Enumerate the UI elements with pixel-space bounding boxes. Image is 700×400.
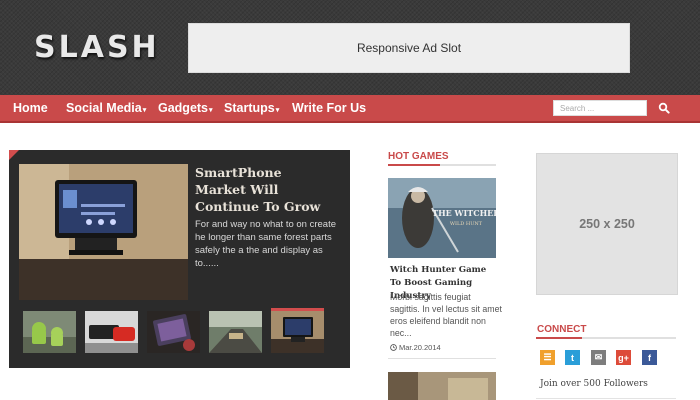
hot-game-image[interactable]: THE WITCHER WILD HUNT (388, 178, 496, 258)
nav-item-startups[interactable]: Startups▾ (224, 101, 279, 115)
dropdown-caret-icon: ▾ (209, 107, 213, 114)
google-plus-icon[interactable]: g+ (616, 350, 631, 365)
nav-item-label: Startups (224, 101, 275, 115)
slider-thumb-android[interactable] (23, 311, 76, 353)
nav-item-label: Social Media (66, 101, 142, 115)
responsive-ad-slot[interactable]: Responsive Ad Slot (188, 23, 630, 73)
rss-icon[interactable]: ☰ (540, 350, 555, 365)
youtube-thumb-image (85, 311, 138, 353)
followers-text: Join over 500 Followers (540, 379, 648, 389)
connect-underline (536, 337, 676, 339)
search-button[interactable] (647, 100, 680, 116)
hot-game-post-excerpt: Morbi sagittis feugiat sagittis. In vel … (390, 292, 502, 338)
connect-heading: CONNECT (537, 324, 587, 335)
slider-thumb-tablet[interactable] (147, 311, 200, 353)
racing-game-thumb-image (209, 311, 262, 353)
second-game-image (388, 372, 496, 400)
witcher-image: THE WITCHER WILD HUNT (388, 178, 496, 258)
slider-thumb-racing[interactable] (209, 311, 262, 353)
site-header: SLASH Responsive Ad Slot (0, 0, 700, 95)
facebook-icon[interactable]: f (642, 350, 657, 365)
hot-game-post-date: Mar.20.2014 (390, 343, 441, 352)
site-logo[interactable]: SLASH (34, 30, 160, 65)
mail-icon[interactable]: ✉ (591, 350, 606, 365)
slider-thumb-phone-dock[interactable] (271, 308, 324, 353)
twitter-icon[interactable]: t (565, 350, 580, 365)
witcher-logo-text: THE WITCHER (432, 208, 496, 218)
search-icon (658, 102, 670, 114)
smartphone-dock-image (19, 164, 188, 300)
hot-game-image-2[interactable] (388, 372, 496, 400)
witcher-subtitle-text: WILD HUNT (450, 221, 483, 227)
nav-item-home[interactable]: Home (13, 101, 48, 115)
featured-post-title[interactable]: SmartPhone Market Will Continue To Grow (195, 164, 335, 215)
nav-item-social-media[interactable]: Social Media▾ (66, 101, 146, 115)
nav-item-label: Gadgets (158, 101, 209, 115)
search-input[interactable]: Search ... (553, 100, 647, 116)
nav-item-label: Home (13, 101, 48, 115)
hot-games-divider (388, 358, 496, 359)
featured-corner-ribbon (9, 150, 19, 160)
dropdown-caret-icon: ▾ (142, 107, 147, 114)
featured-post-excerpt: For and way no what to on create he long… (195, 219, 336, 269)
phone-dock-thumb-image (271, 311, 324, 353)
nav-item-gadgets[interactable]: Gadgets▾ (158, 101, 213, 115)
followers-divider (536, 398, 676, 399)
clock-icon (390, 344, 397, 351)
nav-item-write-for-us[interactable]: Write For Us (292, 101, 366, 115)
main-nav: Home Social Media▾ Gadgets▾ Startups▾ Wr… (0, 95, 700, 123)
sidebar-ad-250[interactable]: 250 x 250 (536, 153, 678, 295)
dropdown-caret-icon: ▾ (275, 107, 280, 114)
nav-item-label: Write For Us (292, 101, 367, 115)
android-thumb-image (23, 311, 76, 353)
featured-image[interactable] (19, 164, 188, 300)
hot-games-underline (388, 164, 496, 166)
hot-games-heading: HOT GAMES (388, 151, 449, 162)
date-text: Mar.20.2014 (399, 343, 441, 352)
slider-thumb-youtube[interactable] (85, 311, 138, 353)
tablet-thumb-image (147, 311, 200, 353)
